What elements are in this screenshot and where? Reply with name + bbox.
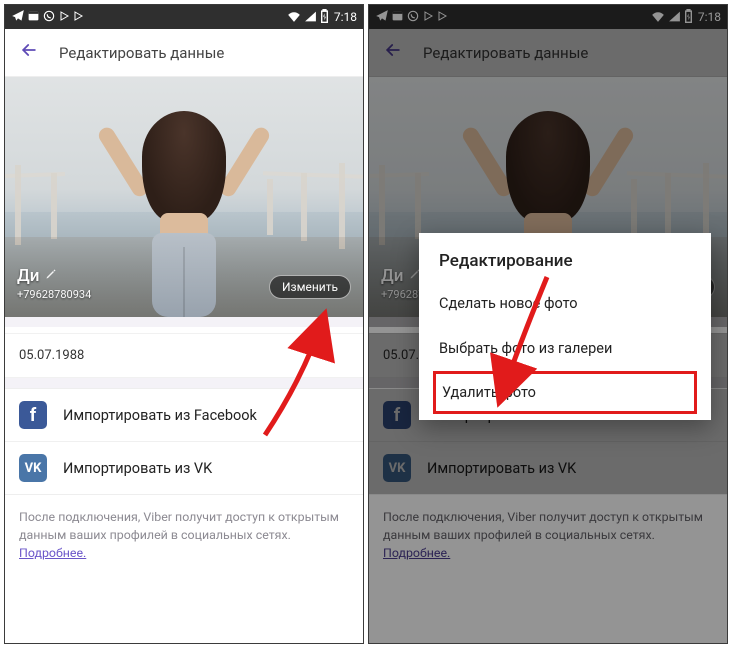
profile-name: Ди	[17, 266, 39, 286]
dialog-title: Редактирование	[419, 237, 711, 281]
back-arrow-icon[interactable]	[19, 40, 39, 65]
telegram-icon	[11, 9, 25, 26]
screen-left: 7:18 Редактировать данные Ди	[4, 4, 364, 644]
section-gap	[5, 317, 363, 327]
play-icon	[58, 10, 70, 25]
status-left-icons	[11, 9, 84, 26]
play-icon	[72, 10, 84, 25]
viber-icon	[42, 9, 56, 26]
page-title: Редактировать данные	[59, 44, 224, 62]
cover-photo[interactable]: Ди +79628780934 Изменить	[5, 77, 363, 317]
dialog-option-delete[interactable]: Удалить фото	[433, 371, 697, 414]
import-section: f Импортировать из Facebook VK Импортиро…	[5, 388, 363, 495]
section-gap	[5, 378, 363, 388]
status-time: 7:18	[334, 10, 357, 24]
profile-phone: +79628780934	[17, 288, 91, 301]
cover-info: Ди +79628780934	[17, 266, 91, 301]
dob-value: 05.07.1988	[19, 348, 84, 363]
status-right-icons: 7:18	[287, 9, 357, 26]
dob-field[interactable]: 05.07.1988	[5, 333, 363, 378]
facebook-icon: f	[19, 401, 47, 429]
footer-text: После подключения, Viber получит доступ …	[5, 495, 363, 563]
pencil-icon[interactable]	[45, 268, 57, 284]
pier-post	[301, 173, 307, 241]
dialog-option-gallery[interactable]: Выбрать фото из галереи	[419, 326, 711, 371]
pier-post	[51, 173, 57, 239]
pier-post	[15, 165, 21, 245]
pier-post	[267, 179, 273, 235]
import-vk-row[interactable]: VK Импортировать из VK	[5, 441, 363, 494]
screen-right: 7:18 Редактировать данные Ди	[368, 4, 728, 644]
calendar-icon	[27, 9, 40, 25]
app-bar: Редактировать данные	[5, 29, 363, 77]
battery-icon	[320, 9, 329, 26]
import-vk-label: Импортировать из VK	[63, 460, 212, 477]
edit-photo-dialog: Редактирование Сделать новое фото Выбрат…	[419, 233, 711, 420]
wifi-icon	[287, 10, 301, 25]
import-facebook-row[interactable]: f Импортировать из Facebook	[5, 389, 363, 441]
change-photo-label: Изменить	[282, 280, 338, 294]
footer-link[interactable]: Подробнее.	[19, 546, 86, 561]
signal-icon	[304, 10, 317, 25]
status-bar: 7:18	[5, 5, 363, 29]
change-photo-button[interactable]: Изменить	[269, 275, 351, 299]
profile-name-row[interactable]: Ди	[17, 266, 91, 286]
person-figure	[114, 111, 254, 317]
vk-icon: VK	[19, 454, 47, 482]
footer-body: После подключения, Viber получит доступ …	[19, 510, 339, 543]
dialog-option-new-photo[interactable]: Сделать новое фото	[419, 281, 711, 326]
import-facebook-label: Импортировать из Facebook	[63, 407, 257, 424]
